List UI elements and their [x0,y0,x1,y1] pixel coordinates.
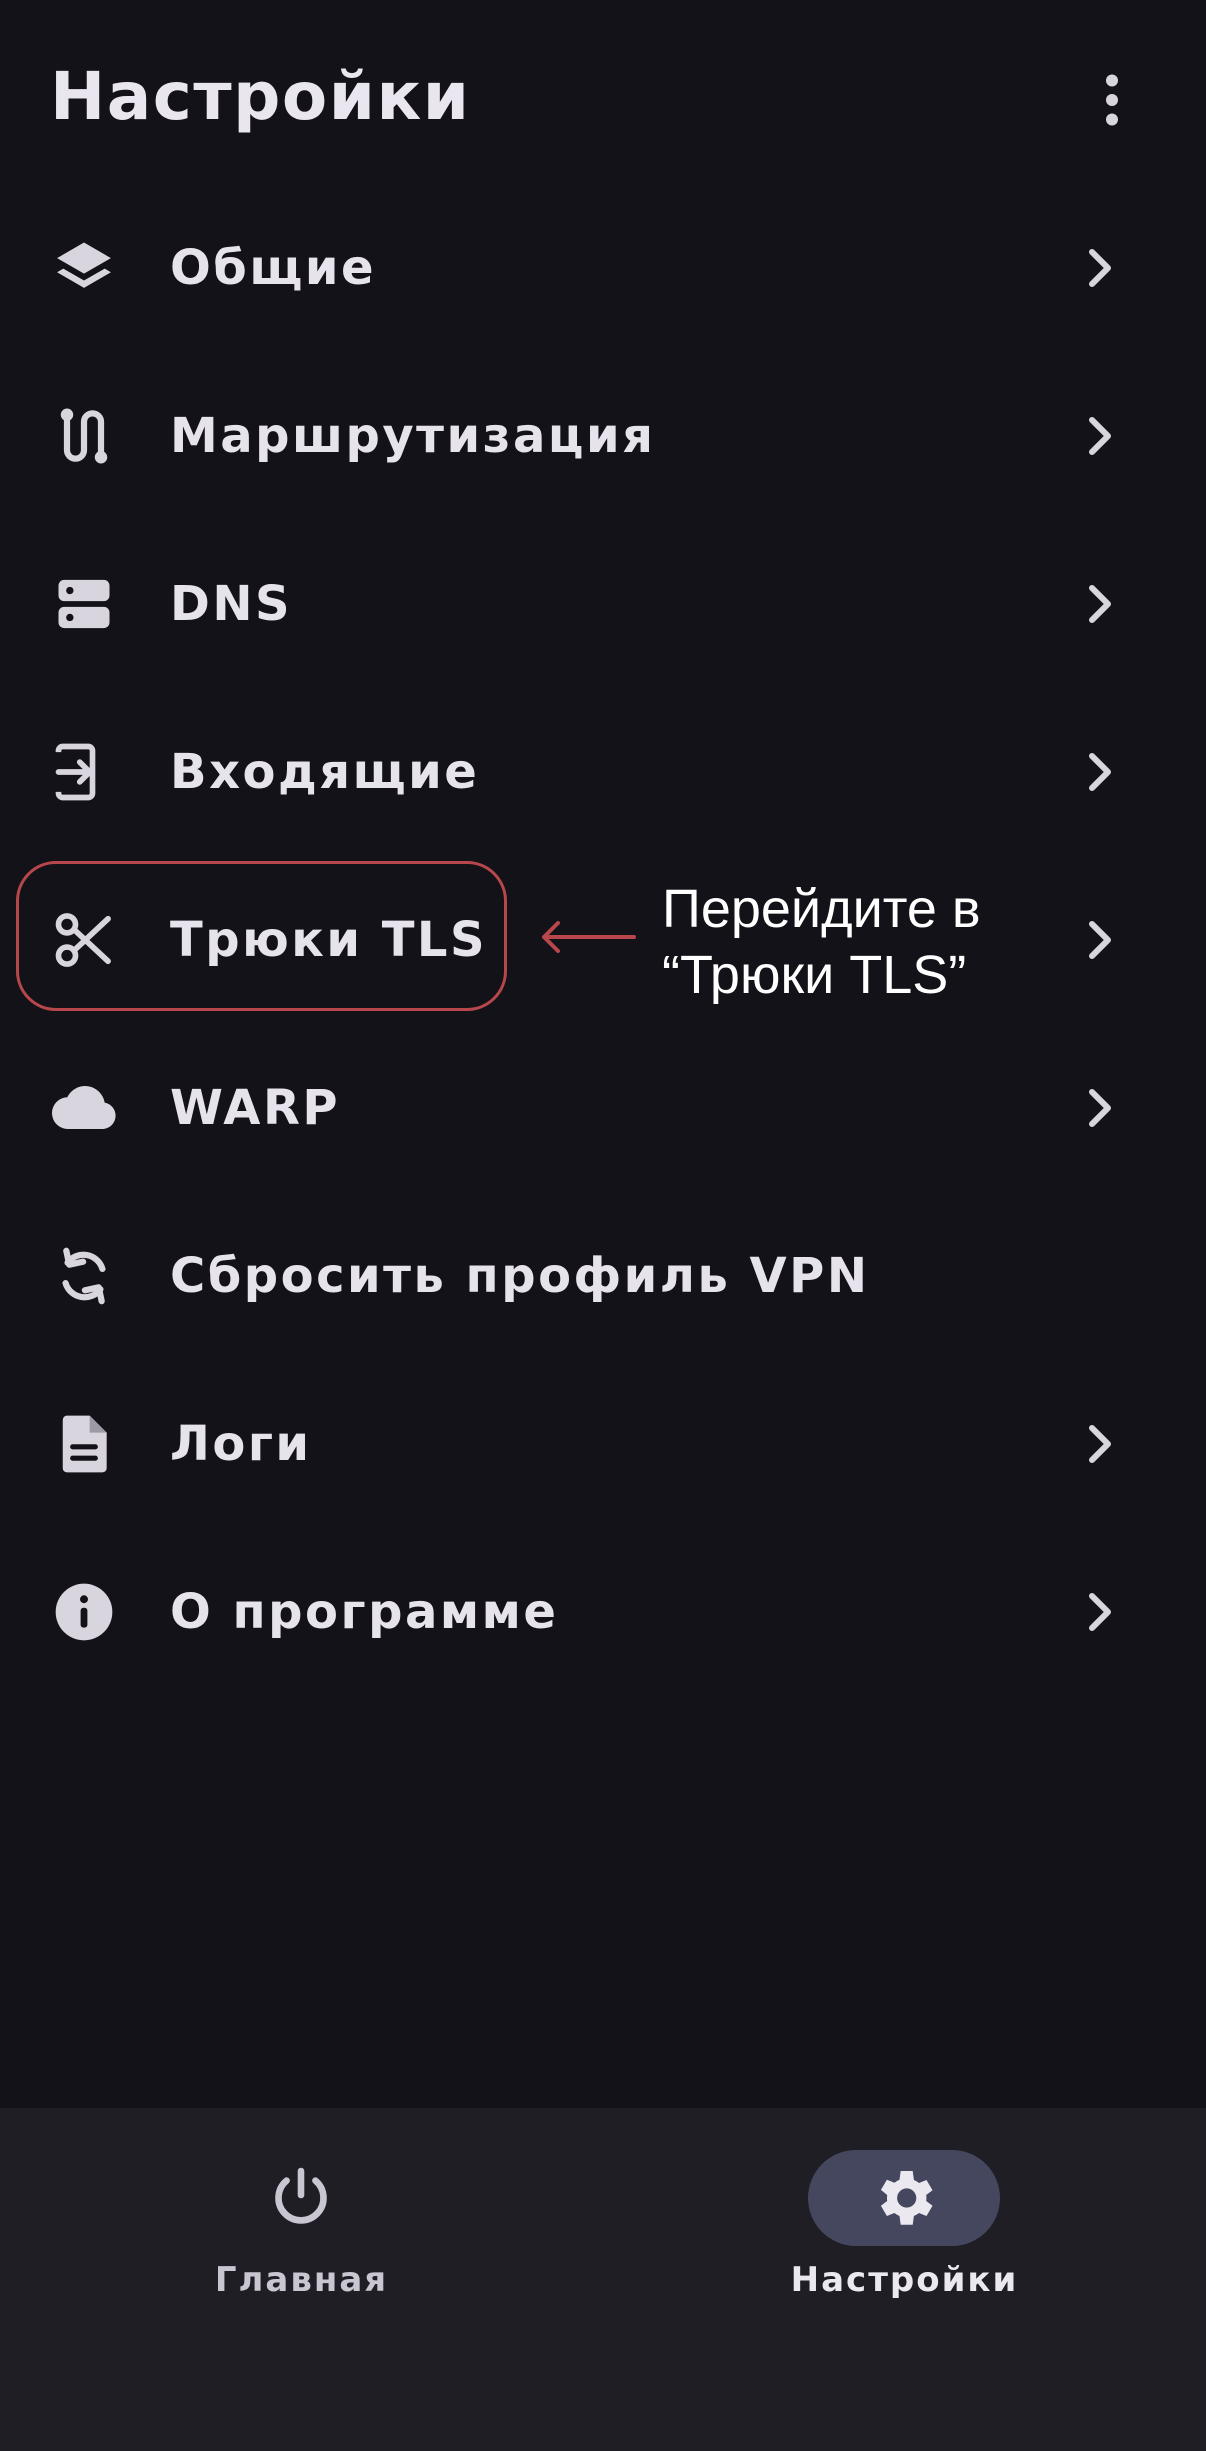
info-icon [50,1578,118,1646]
menu-item-label: DNS [170,576,293,632]
menu-item-label: Маршрутизация [170,408,656,464]
nav-item-home[interactable]: Главная [0,2108,603,2308]
chevron-right-icon [1080,1588,1120,1636]
menu-item-reset-vpn[interactable]: Сбросить профиль VPN [0,1192,1206,1360]
chevron-right-icon [1080,1420,1120,1468]
chevron-right-icon [1080,412,1120,460]
menu-item-label: Общие [170,240,377,296]
description-icon [50,1410,118,1478]
annotation-arrow-icon [542,921,636,953]
menu-item-routing[interactable]: Маршрутизация [0,352,1206,520]
menu-item-about[interactable]: О программе [0,1528,1206,1696]
annotation-line-1: Перейдите в [662,879,981,939]
sync-icon [50,1242,118,1310]
login-icon [50,738,118,806]
annotation-line-2: “Трюки TLS” [662,945,967,1005]
annotation-highlight-box [16,861,507,1011]
dns-icon [50,570,118,638]
bottom-navigation-bar: Главная Настройки [0,2108,1206,2451]
chevron-right-icon [1080,244,1120,292]
menu-item-label: Сбросить профиль VPN [170,1248,870,1304]
chevron-right-icon [1080,1084,1120,1132]
chevron-right-icon [1080,748,1120,796]
layers-icon [50,234,118,302]
gear-icon [868,2162,940,2234]
page-title: Настройки [50,58,471,135]
chevron-right-icon [1080,916,1120,964]
top-app-bar: Настройки [0,0,1206,200]
power-icon [265,2162,337,2234]
menu-item-label: Логи [170,1416,312,1472]
cloud-icon [50,1074,118,1142]
more-vert-icon [1106,74,1118,126]
nav-item-settings[interactable]: Настройки [603,2108,1206,2308]
menu-item-logs[interactable]: Логи [0,1360,1206,1528]
menu-item-dns[interactable]: DNS [0,520,1206,688]
menu-item-label: WARP [170,1080,341,1136]
route-icon [50,402,118,470]
menu-item-inbound[interactable]: Входящие [0,688,1206,856]
more-options-button[interactable] [1076,64,1148,136]
chevron-right-icon [1080,580,1120,628]
menu-item-general[interactable]: Общие [0,184,1206,352]
menu-item-label: Входящие [170,744,480,800]
menu-item-label: О программе [170,1584,559,1640]
annotation-callout: Перейдите в “Трюки TLS” [662,876,1062,1008]
menu-item-warp[interactable]: WARP [0,1024,1206,1192]
nav-label-settings: Настройки [790,2260,1019,2300]
nav-label-home: Главная [214,2260,389,2300]
